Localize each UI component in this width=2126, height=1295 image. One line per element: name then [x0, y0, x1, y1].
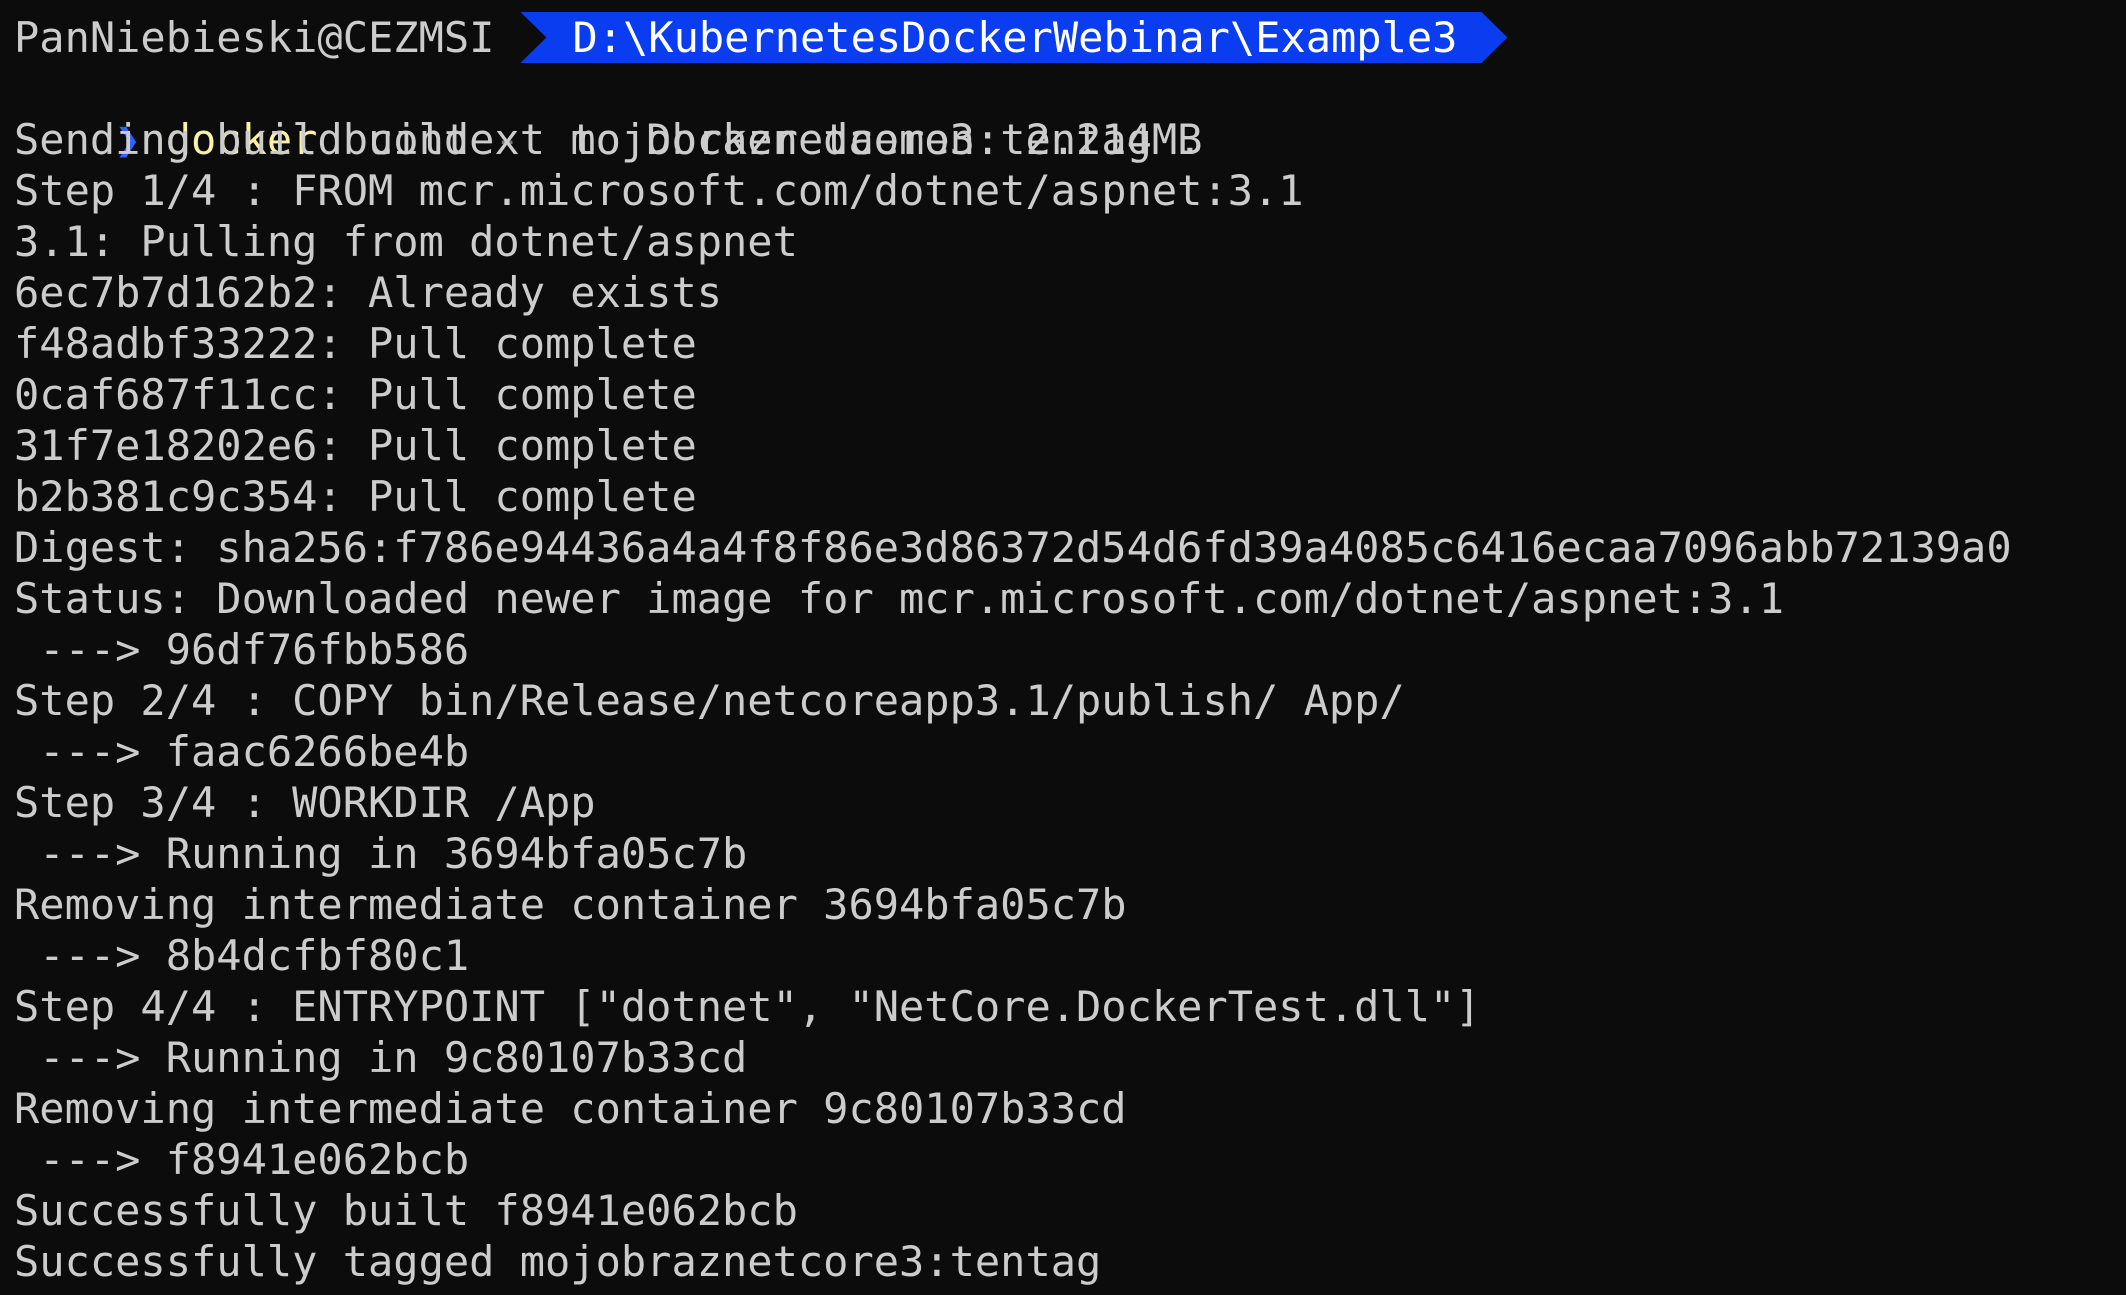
command-output: Sending build context to Docker daemon 2… [14, 114, 2126, 1287]
output-line: Successfully built f8941e062bcb [14, 1186, 798, 1235]
output-line: 3.1: Pulling from dotnet/aspnet [14, 217, 798, 266]
output-line: ---> 96df76fbb586 [14, 625, 470, 674]
output-line: ---> 8b4dcfbf80c1 [14, 931, 470, 980]
prompt-header: PanNiebieski@CEZMSI D:\KubernetesDockerW… [14, 12, 2126, 63]
output-line: Step 2/4 : COPY bin/Release/netcoreapp3.… [14, 676, 1405, 725]
output-line: Step 1/4 : FROM mcr.microsoft.com/dotnet… [14, 166, 1304, 215]
output-line: Status: Downloaded newer image for mcr.m… [14, 574, 1785, 623]
output-line: Step 4/4 : ENTRYPOINT ["dotnet", "NetCor… [14, 982, 1481, 1031]
output-line: Removing intermediate container 3694bfa0… [14, 880, 1127, 929]
output-line: b2b381c9c354: Pull complete [14, 472, 697, 521]
output-line: Digest: sha256:f786e94436a4a4f8f86e3d863… [14, 523, 2012, 572]
output-line: 31f7e18202e6: Pull complete [14, 421, 697, 470]
output-line: Sending build context to Docker daemon 2… [14, 115, 1203, 164]
output-line: Successfully tagged mojobraznetcore3:ten… [14, 1237, 1102, 1286]
output-line: ---> Running in 3694bfa05c7b [14, 829, 748, 878]
terminal-window[interactable]: PanNiebieski@CEZMSI D:\KubernetesDockerW… [0, 0, 2126, 1295]
output-line: 6ec7b7d162b2: Already exists [14, 268, 723, 317]
output-line: ---> faac6266be4b [14, 727, 470, 776]
prompt-user-host: PanNiebieski@CEZMSI [14, 13, 495, 62]
output-line: 0caf687f11cc: Pull complete [14, 370, 697, 419]
prompt-path-segment: D:\KubernetesDockerWebinar\Example3 [520, 12, 1507, 63]
output-line: f48adbf33222: Pull complete [14, 319, 697, 368]
output-line: Step 3/4 : WORKDIR /App [14, 778, 596, 827]
command-line[interactable]: ❯ docker build -t mojobraznetcore3:tenta… [14, 63, 2126, 164]
output-line: ---> Running in 9c80107b33cd [14, 1033, 748, 1082]
output-line: Removing intermediate container 9c80107b… [14, 1084, 1127, 1133]
output-line: ---> f8941e062bcb [14, 1135, 470, 1184]
